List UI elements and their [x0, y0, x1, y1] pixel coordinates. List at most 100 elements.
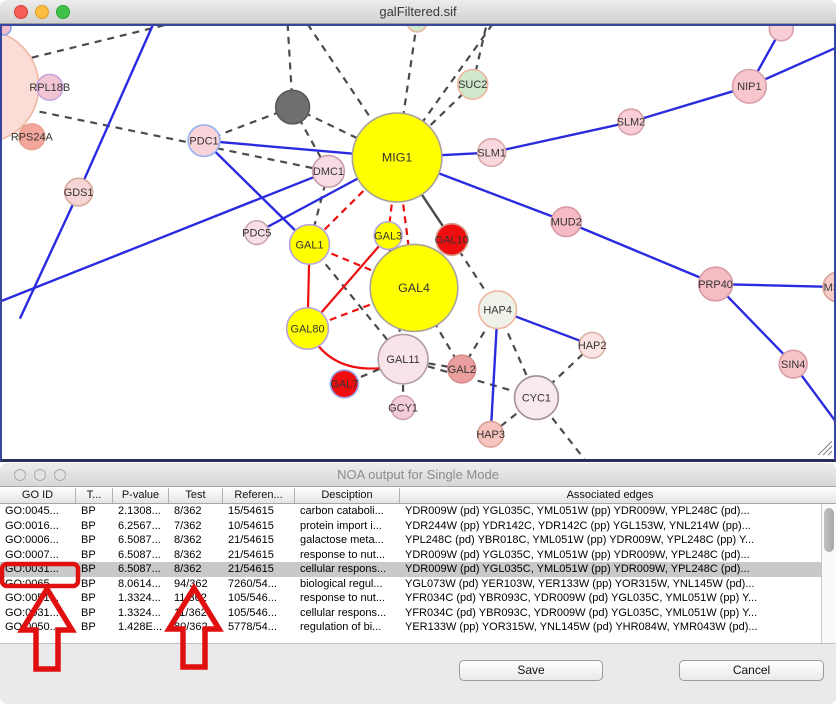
network-edge	[32, 26, 169, 58]
cell-reference: 7260/54...	[223, 577, 295, 592]
network-graph: RPL18BRPS24AGDS1PDC1MIG1SUC2SLM1DMC1SLM2…	[2, 26, 834, 459]
cell-type: BP	[76, 562, 113, 577]
network-edge	[2, 171, 328, 301]
cell-p_value: 6.5087...	[113, 533, 169, 548]
screen: galFiltered.sif RPL18BRPS24AGDS1PDC1MIG1…	[0, 0, 836, 704]
cell-reference: 105/546...	[223, 591, 295, 606]
cell-edges: YFR034C (pd) YBR093C, YDR009W (pd) YGL03…	[400, 591, 819, 606]
button-bar: Save Cancel	[0, 643, 836, 704]
table-row[interactable]: GO:0031...BP6.5087...8/36221/54615cellul…	[0, 562, 821, 577]
cell-edges: YDR009W (pd) YGL035C, YML051W (pp) YDR00…	[400, 504, 819, 519]
network-canvas[interactable]: RPL18BRPS24AGDS1PDC1MIG1SUC2SLM1DMC1SLM2…	[0, 24, 836, 462]
column-header-6[interactable]: Associated edges	[400, 488, 820, 503]
cell-p_value: 1.428E...	[113, 620, 169, 635]
node-label-pdc1: PDC1	[189, 136, 218, 148]
cell-go_id: GO:0016...	[0, 519, 76, 534]
table-row[interactable]: GO:0051...BP1.3324...11/362105/546...res…	[0, 591, 821, 606]
node-label-gal1: GAL1	[296, 239, 324, 251]
cell-edges: YDR009W (pd) YGL035C, YML051W (pp) YDR00…	[400, 562, 819, 577]
node-label-hap2: HAP2	[578, 340, 607, 352]
column-header-1[interactable]: T...	[76, 488, 113, 503]
resize-grip[interactable]	[828, 451, 832, 455]
column-header-3[interactable]: Test	[169, 488, 223, 503]
table-row[interactable]: GO:0045...BP2.1308...8/36215/54615carbon…	[0, 504, 821, 519]
node-label-gal2: GAL2	[448, 364, 476, 376]
cell-edges: YGL073W (pd) YER103W, YER133W (pp) YOR31…	[400, 577, 819, 592]
node-label-cyc1: CYC1	[522, 393, 551, 405]
cell-p_value: 8.0614...	[113, 577, 169, 592]
network-window: galFiltered.sif RPL18BRPS24AGDS1PDC1MIG1…	[0, 0, 836, 462]
network-edge	[492, 122, 631, 153]
node-label-nip1: NIP1	[737, 81, 761, 93]
cell-p_value: 1.3324...	[113, 591, 169, 606]
cell-go_id: GO:0065...	[0, 577, 76, 592]
network-node-gray-node[interactable]	[276, 90, 310, 124]
network-node-top-cut[interactable]	[769, 26, 793, 41]
node-label-gds1: GDS1	[64, 187, 94, 199]
column-header-0[interactable]: GO ID	[0, 488, 76, 503]
table-row[interactable]: GO:0031...BP1.3324...11/362105/546...cel…	[0, 606, 821, 621]
table-row[interactable]: GO:0016...BP6.2567...7/36210/54615protei…	[0, 519, 821, 534]
noa-window-titlebar[interactable]: NOA output for Single Mode	[0, 463, 836, 487]
cell-test: 11/362	[169, 606, 223, 621]
node-label-mig1: MIG1	[382, 151, 412, 165]
scrollbar-thumb[interactable]	[824, 508, 834, 552]
cell-reference: 105/546...	[223, 606, 295, 621]
network-node-green-top[interactable]	[407, 26, 427, 32]
column-header-2[interactable]: P-value	[113, 488, 169, 503]
table-row[interactable]: GO:0007...BP6.5087...8/36221/54615respon…	[0, 548, 821, 563]
cell-go_id: GO:0006...	[0, 533, 76, 548]
node-label-slm2: SLM2	[617, 117, 646, 129]
cell-reference: 15/54615	[223, 504, 295, 519]
cell-test: 80/362	[169, 620, 223, 635]
cell-go_id: GO:0007...	[0, 548, 76, 563]
cell-description: cellular respons...	[295, 606, 400, 621]
cell-description: response to nut...	[295, 591, 400, 606]
node-label-gcy1: GCY1	[388, 402, 418, 414]
table-row[interactable]: GO:0006...BP6.5087...8/36221/54615galact…	[0, 533, 821, 548]
network-edge	[79, 26, 154, 192]
save-button[interactable]: Save	[459, 660, 603, 681]
node-label-hap3: HAP3	[476, 429, 505, 441]
cancel-button[interactable]: Cancel	[679, 660, 824, 681]
network-window-titlebar[interactable]: galFiltered.sif	[0, 0, 836, 24]
network-edge	[20, 192, 79, 319]
cell-go_id: GO:0050...	[0, 620, 76, 635]
cell-go_id: GO:0031...	[0, 562, 76, 577]
cell-type: BP	[76, 620, 113, 635]
node-label-gal3: GAL3	[374, 230, 402, 242]
cell-edges: YDR244W (pp) YDR142C, YDR142C (pp) YGL15…	[400, 519, 819, 534]
network-edge	[631, 86, 749, 122]
cell-p_value: 1.3324...	[113, 606, 169, 621]
cell-reference: 21/54615	[223, 548, 295, 563]
table-header[interactable]: GO IDT...P-valueTestReferen...Desciption…	[0, 488, 836, 504]
vertical-scrollbar[interactable]	[821, 504, 836, 643]
cell-go_id: GO:0051...	[0, 591, 76, 606]
cell-go_id: GO:0045...	[0, 504, 76, 519]
cell-edges: YPL248C (pd) YBR018C, YML051W (pp) YDR00…	[400, 533, 819, 548]
node-label-mud2: MUD2	[551, 217, 582, 229]
column-header-5[interactable]: Desciption	[295, 488, 400, 503]
cell-test: 7/362	[169, 519, 223, 534]
node-label-gal80: GAL80	[290, 323, 324, 335]
node-label-gal7: GAL7	[330, 379, 358, 391]
cell-reference: 10/54615	[223, 519, 295, 534]
node-label-gal11: GAL11	[386, 354, 419, 366]
node-label-msl1: MSL1	[824, 282, 834, 294]
cell-type: BP	[76, 533, 113, 548]
cell-test: 8/362	[169, 562, 223, 577]
cell-type: BP	[76, 577, 113, 592]
cell-description: galactose meta...	[295, 533, 400, 548]
cell-edges: YFR034C (pd) YBR093C, YDR009W (pd) YGL03…	[400, 606, 819, 621]
table-row[interactable]: GO:0065...BP8.0614...94/3627260/54...bio…	[0, 577, 821, 592]
resize-grip[interactable]	[823, 446, 832, 455]
network-node-corner[interactable]	[2, 26, 11, 35]
column-header-4[interactable]: Referen...	[223, 488, 295, 503]
table-body: GO:0045...BP2.1308...8/36215/54615carbon…	[0, 504, 821, 643]
table-row[interactable]: GO:0050...BP1.428E...80/3625778/54...reg…	[0, 620, 821, 635]
noa-window-title: NOA output for Single Mode	[0, 467, 836, 482]
cell-reference: 21/54615	[223, 562, 295, 577]
cell-type: BP	[76, 606, 113, 621]
cell-p_value: 6.5087...	[113, 548, 169, 563]
noa-window: NOA output for Single Mode GO IDT...P-va…	[0, 463, 836, 704]
